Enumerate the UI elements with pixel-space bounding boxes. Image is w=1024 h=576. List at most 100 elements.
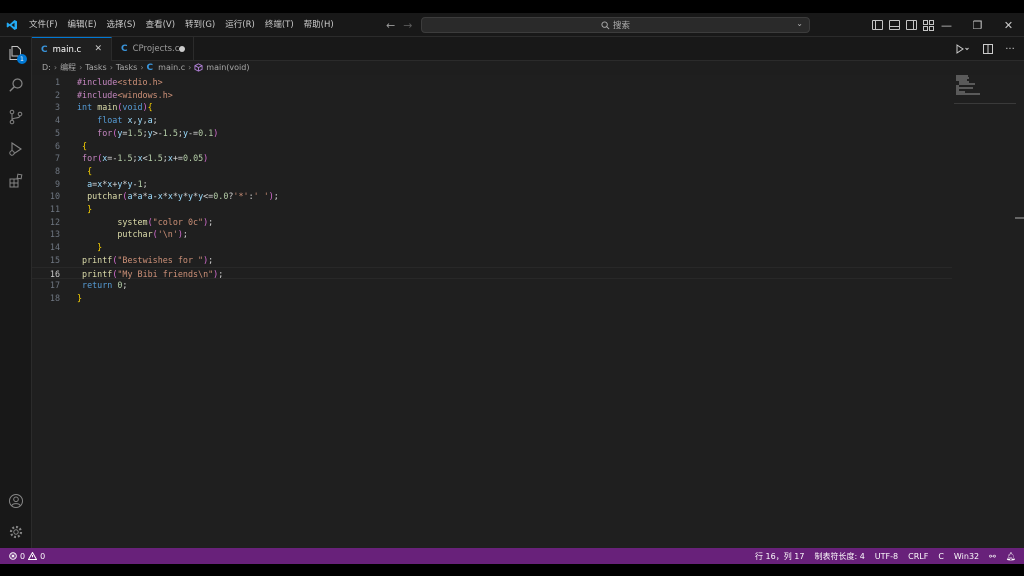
line-number: 7	[54, 153, 60, 164]
close-tab-icon[interactable]: ✕	[94, 44, 102, 54]
menu-item[interactable]: 查看(V)	[141, 13, 180, 37]
restore-icon[interactable]: ❐	[962, 13, 993, 37]
chevron-down-icon[interactable]: ⌄	[796, 19, 803, 28]
run-file-button[interactable]	[952, 41, 974, 57]
code-line[interactable]: 5 for(y=1.5;y>-1.5;y-=0.1)	[32, 127, 952, 140]
code-line[interactable]: 4 float x,y,a;	[32, 114, 952, 127]
breadcrumb-item[interactable]: D:	[42, 63, 51, 72]
code-editor[interactable]: 1 #include<stdio.h> 2 #include<windows.h> 3 i…	[32, 75, 1024, 548]
code-text: #include<windows.h>	[77, 89, 173, 100]
explorer-icon[interactable]: 1	[0, 37, 32, 69]
code-text: }	[77, 292, 83, 303]
code-line[interactable]: 14 }	[32, 241, 952, 254]
minimize-icon[interactable]: —	[931, 13, 962, 37]
language-mode[interactable]: C	[938, 552, 944, 561]
code-line[interactable]: 17 return 0;	[32, 279, 952, 292]
code-line[interactable]: 8 {	[32, 165, 952, 178]
breadcrumb-item[interactable]: Tasks	[85, 63, 106, 72]
vscode-logo-icon	[0, 13, 24, 37]
toggle-panel-icon[interactable]	[889, 20, 900, 30]
split-editor-icon[interactable]	[980, 41, 996, 57]
line-number: 8	[54, 165, 60, 176]
search-icon[interactable]	[0, 69, 32, 101]
tab-cprojects-c[interactable]: C CProjects.c	[112, 37, 194, 61]
breadcrumb-item[interactable]: Tasks	[116, 63, 137, 72]
command-center-search[interactable]: 搜索 ⌄	[421, 17, 810, 33]
code-line[interactable]: 18}	[32, 292, 952, 305]
cursor-position[interactable]: 行 16，列 17	[755, 551, 804, 562]
minimap[interactable]	[954, 75, 1018, 105]
more-actions-icon[interactable]: ···	[1002, 41, 1018, 57]
run-and-debug-icon[interactable]	[0, 133, 32, 165]
code-text: printf("Bestwishes for ");	[82, 254, 214, 265]
source-control-icon[interactable]	[0, 101, 32, 133]
code-line[interactable]: 9 a=x*x+y*y-1;	[32, 178, 952, 191]
toggle-primary-sidebar-icon[interactable]	[872, 20, 883, 30]
unsaved-dot-icon[interactable]	[179, 46, 185, 52]
menu-item[interactable]: 编辑(E)	[63, 13, 102, 37]
code-text: float x,y,a;	[97, 115, 158, 126]
menu-item[interactable]: 运行(R)	[220, 13, 260, 37]
breadcrumb-item[interactable]: main.c	[158, 63, 185, 72]
menu-item[interactable]: 选择(S)	[102, 13, 141, 37]
chevron-right-icon: ›	[188, 63, 192, 72]
code-line[interactable]: 15 printf("Bestwishes for ");	[32, 254, 952, 267]
menu-item[interactable]: 帮助(H)	[299, 13, 339, 37]
code-line[interactable]: 13 putchar('\n');	[32, 228, 952, 241]
code-text: }	[87, 204, 93, 214]
breadcrumb-item[interactable]: 编程	[60, 62, 76, 73]
end-of-line[interactable]: CRLF	[908, 552, 928, 561]
code-line[interactable]: 7 for(x=-1.5;x<1.5;x+=0.05)	[32, 152, 952, 165]
scrollbar-cursor-marker	[1015, 217, 1024, 219]
line-number: 11	[49, 204, 60, 214]
encoding[interactable]: UTF-8	[875, 552, 898, 561]
line-number: 15	[49, 254, 60, 265]
forward-arrow-icon[interactable]: →	[403, 19, 412, 32]
back-arrow-icon[interactable]: ←	[386, 19, 395, 32]
c-file-icon: C	[41, 44, 48, 55]
tab-main-c[interactable]: C main.c ✕	[32, 37, 112, 61]
code-line[interactable]: 6 {	[32, 140, 952, 153]
code-text: a=x*x+y*y-1;	[87, 178, 148, 189]
indentation[interactable]: 制表符长度: 4	[814, 551, 864, 562]
close-icon[interactable]: ✕	[993, 13, 1024, 37]
window-controls: — ❐ ✕	[931, 13, 1024, 37]
line-number: 2	[54, 89, 60, 100]
settings-gear-icon[interactable]	[0, 516, 32, 548]
menu-item[interactable]: 转到(G)	[180, 13, 220, 37]
menu-bar: 文件(F) 编辑(E) 选择(S) 查看(V) 转到(G) 运行(R) 终端(T) 帮助(H)	[24, 13, 339, 37]
code-text: system("color 0c");	[117, 216, 214, 227]
line-number: 3	[54, 102, 60, 113]
error-count: 0	[20, 551, 26, 561]
code-line[interactable]: 16 printf("My Bibi friends\n");	[32, 266, 952, 280]
extensions-icon[interactable]	[0, 165, 32, 197]
line-number: 9	[54, 178, 60, 189]
code-line[interactable]: 3 int main(void){	[32, 101, 952, 114]
platform-config[interactable]: Win32	[954, 552, 979, 561]
accounts-icon[interactable]	[0, 485, 32, 517]
menu-item[interactable]: 终端(T)	[260, 13, 299, 37]
explorer-badge: 1	[17, 54, 27, 64]
c-file-icon: C	[121, 44, 128, 54]
problems-indicator[interactable]: 0 0	[0, 552, 45, 561]
line-number: 6	[54, 140, 60, 151]
code-line[interactable]: 11 }	[32, 203, 952, 216]
code-text: #include<stdio.h>	[77, 77, 163, 87]
code-line[interactable]: 2 #include<windows.h>	[32, 89, 952, 102]
code-line[interactable]: 12 system("color 0c");	[32, 216, 952, 229]
line-number: 13	[49, 229, 60, 240]
menu-item[interactable]: 文件(F)	[24, 13, 63, 37]
code-line[interactable]: 10 putchar(a*a*a-x*x*y*y*y<=0.0?'*':' ')…	[32, 190, 952, 203]
title-bar: 文件(F) 编辑(E) 选择(S) 查看(V) 转到(G) 运行(R) 终端(T) 帮助(H)…	[0, 13, 1024, 37]
chevron-right-icon: ›	[79, 63, 83, 72]
code-line[interactable]: 1 #include<stdio.h>	[32, 76, 952, 89]
warning-icon	[28, 552, 38, 560]
notifications-bell-icon[interactable]: 🔔︎	[1006, 552, 1016, 561]
line-number: 17	[49, 280, 60, 291]
broadcast-icon[interactable]: ⚯	[989, 552, 996, 561]
breadcrumb-item[interactable]: main(void)	[206, 63, 249, 72]
line-number: 18	[49, 292, 60, 303]
line-number: 5	[54, 127, 60, 138]
toggle-secondary-sidebar-icon[interactable]	[906, 20, 917, 30]
chevron-right-icon: ›	[109, 63, 113, 72]
